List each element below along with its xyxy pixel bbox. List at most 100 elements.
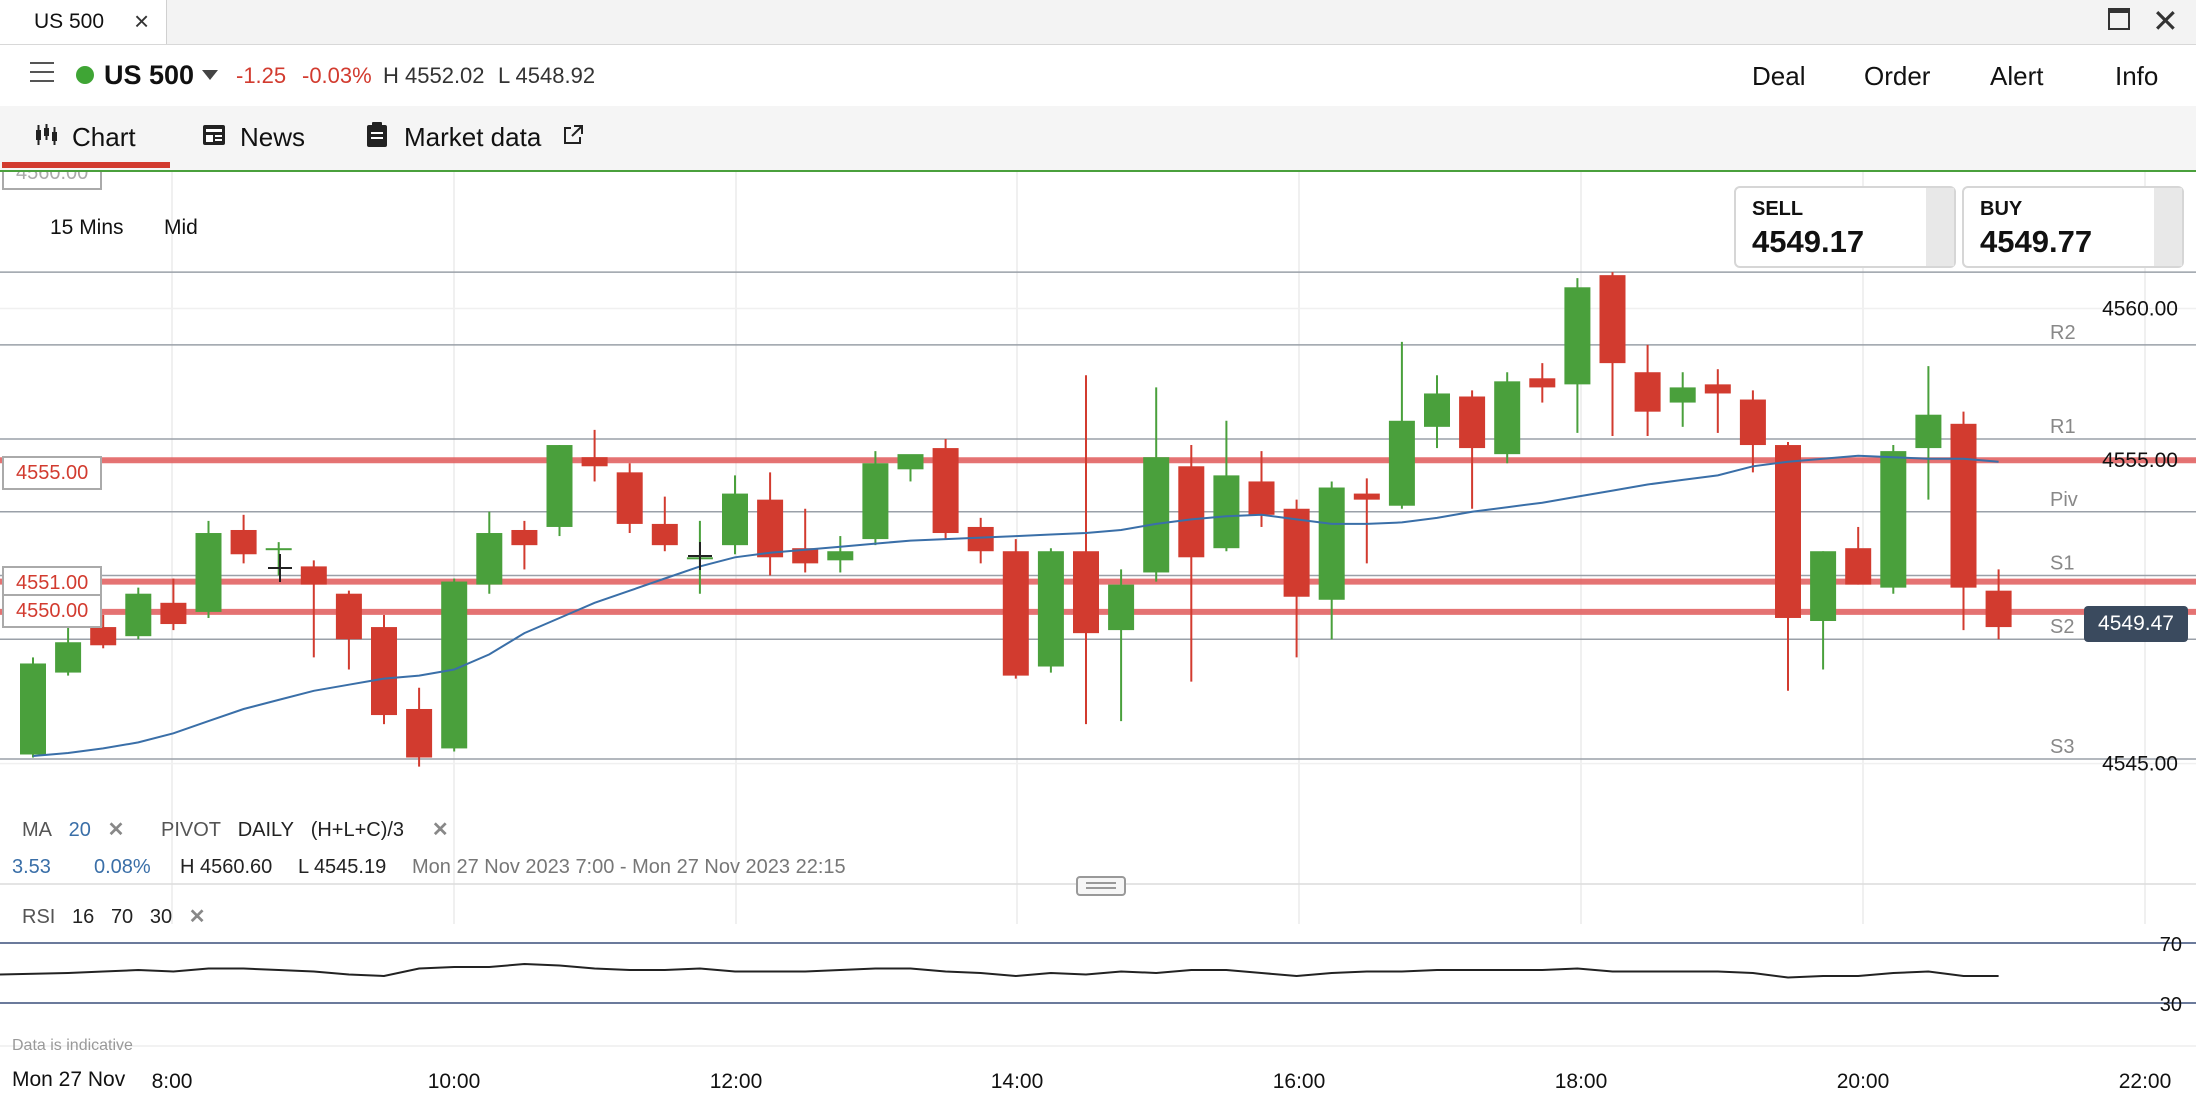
candle-body — [1459, 396, 1486, 449]
pane-resize-handle[interactable] — [1076, 876, 1126, 896]
rsi-legend[interactable]: RSI 16 70 30 ✕ — [22, 904, 206, 929]
session-change: 3.53 — [12, 856, 51, 878]
instrument-dropdown-icon[interactable] — [202, 70, 218, 80]
order-button[interactable]: Order — [1864, 61, 1930, 92]
candle-body — [1002, 551, 1029, 676]
candle-body — [616, 472, 643, 524]
candle-body — [1775, 445, 1801, 618]
interval-selector[interactable]: 15 Mins — [50, 216, 124, 240]
candle-body — [757, 499, 784, 558]
remove-pivot-icon[interactable]: ✕ — [432, 819, 449, 841]
x-axis-tick-label: 10:00 — [428, 1070, 481, 1093]
external-link-icon — [564, 125, 583, 144]
window-tab[interactable]: US 500 × — [0, 0, 167, 44]
candle-body — [1388, 420, 1415, 506]
candle-body — [1248, 481, 1275, 515]
pivot-label-r1: R1 — [2050, 416, 2076, 438]
market-open-status-icon — [76, 66, 94, 84]
deal-button[interactable]: Deal — [1752, 61, 1805, 92]
candle-body — [230, 529, 257, 555]
candle-body — [1283, 508, 1310, 597]
session-high: H 4560.60 — [180, 856, 273, 878]
clipboard-icon — [367, 122, 387, 147]
instrument-name[interactable]: US 500 — [104, 60, 194, 91]
y-axis-tick-label: 4545.00 — [2102, 753, 2178, 776]
rsi-label: RSI — [22, 906, 56, 928]
buy-price: 4549.77 — [1980, 224, 2093, 259]
sell-side-strip — [1926, 188, 1954, 266]
price-change: -1.25 — [236, 63, 287, 88]
price-change-percent: -0.03% — [302, 63, 372, 88]
maximize-icon[interactable] — [2108, 8, 2130, 30]
candle-body — [651, 523, 678, 546]
candle-body — [546, 445, 573, 527]
candle-body — [55, 642, 82, 673]
candle-body — [265, 548, 292, 551]
rsi-line — [0, 962, 1999, 979]
sell-label: SELL — [1752, 198, 1804, 220]
rsi-upper: 70 — [110, 906, 134, 928]
y-axis-tick-label: 4555.00 — [2102, 449, 2178, 472]
candle-body — [511, 529, 538, 546]
y-axis-tick-label: 4560.00 — [2102, 298, 2178, 321]
sell-price: 4549.17 — [1752, 224, 1865, 259]
remove-ma-icon[interactable]: ✕ — [108, 819, 125, 841]
window-tab-bar — [0, 0, 2196, 45]
x-axis-tick-label: 8:00 — [152, 1070, 193, 1093]
close-tab-icon[interactable]: × — [134, 6, 149, 37]
candle-body — [862, 463, 889, 540]
candle-body — [1424, 393, 1450, 427]
pivot-label-piv: Piv — [2050, 489, 2078, 511]
candle-body — [300, 566, 327, 585]
candle-body — [1318, 487, 1345, 600]
candle-body — [1108, 584, 1135, 631]
candle-body — [90, 627, 117, 646]
pivot-formula: (H+L+C)/3 — [310, 819, 405, 841]
ma-legend[interactable]: MA 20 ✕ — [22, 817, 124, 842]
pivot-label: PIVOT — [161, 819, 222, 841]
session-range: Mon 27 Nov 2023 7:00 - Mon 27 Nov 2023 2… — [412, 856, 846, 878]
alert-button[interactable]: Alert — [1990, 61, 2043, 92]
rsi-lower: 30 — [149, 906, 173, 928]
remove-rsi-icon[interactable]: ✕ — [189, 906, 206, 928]
info-button[interactable]: Info — [2115, 61, 2158, 92]
candle-body — [1669, 387, 1696, 403]
candle-body — [335, 593, 362, 640]
buy-label: BUY — [1980, 198, 2023, 220]
price-chart[interactable]: R3R2R1PivS1S2S34560.004555.004545.007030… — [0, 172, 2196, 1096]
session-low: L 4545.19 — [298, 856, 387, 878]
tab-news-label: News — [240, 122, 306, 152]
candle-body — [1704, 384, 1731, 394]
session-change-percent: 0.08% — [94, 856, 151, 878]
rsi-lower-tick: 30 — [2160, 994, 2182, 1016]
candle-body — [1213, 475, 1240, 549]
pivot-legend[interactable]: PIVOT DAILY (H+L+C)/3 ✕ — [161, 817, 449, 842]
candle-body — [1037, 551, 1064, 667]
candle-body — [722, 493, 748, 546]
candle-body — [406, 708, 433, 758]
x-axis-tick-label: 18:00 — [1555, 1070, 1608, 1093]
pivot-label-s2: S2 — [2050, 616, 2074, 638]
ma-period: 20 — [68, 819, 91, 841]
price-type-selector[interactable]: Mid — [164, 216, 198, 240]
level-tag-4555[interactable]: 4555.00 — [2, 456, 103, 490]
menu-icon[interactable] — [30, 62, 54, 82]
candle-body — [932, 448, 959, 534]
candle-body — [1494, 381, 1521, 455]
candle-body — [1634, 372, 1661, 412]
candle-body — [371, 627, 397, 716]
candle-body — [827, 551, 854, 561]
sell-button[interactable]: SELL 4549.17 — [1734, 186, 1956, 268]
active-tab-indicator — [2, 162, 170, 168]
candle-body — [160, 602, 187, 625]
close-window-icon[interactable]: ✕ — [2152, 2, 2179, 40]
level-tag-4550[interactable]: 4550.00 — [2, 594, 103, 628]
candle-body — [1810, 551, 1837, 622]
candle-body — [195, 533, 222, 612]
day-high: H 4552.02 — [383, 63, 485, 88]
pivot-label-s3: S3 — [2050, 736, 2074, 758]
tab-market-data-label: Market data — [404, 122, 542, 152]
candle-body — [1143, 457, 1170, 573]
candlestick-icon — [36, 124, 57, 145]
buy-button[interactable]: BUY 4549.77 — [1962, 186, 2184, 268]
